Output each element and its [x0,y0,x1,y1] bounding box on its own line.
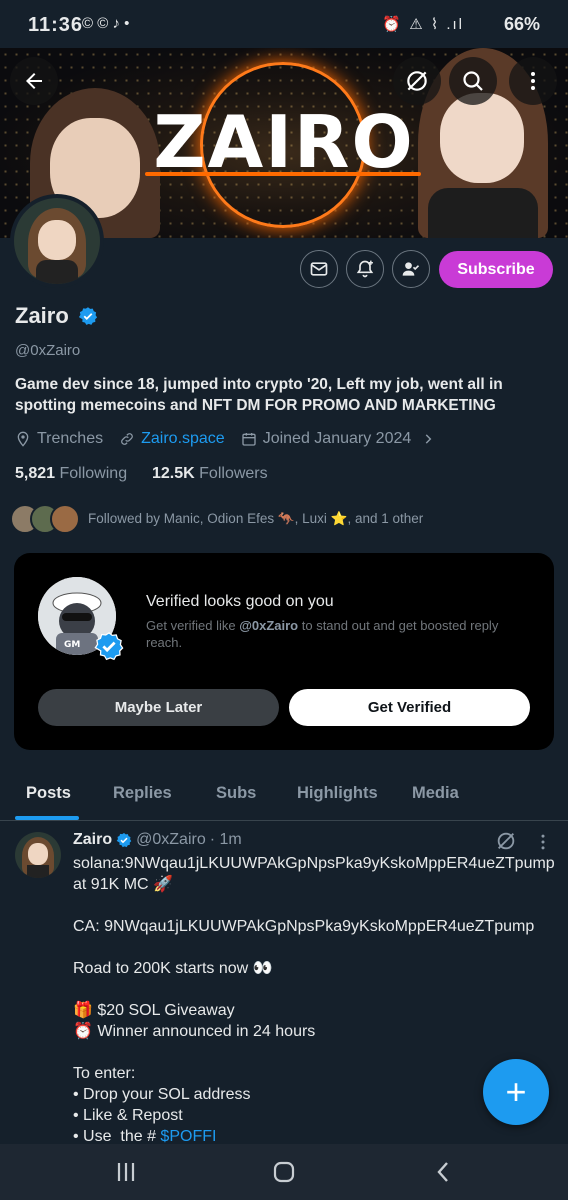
active-tab-indicator [15,816,79,820]
tab-subs[interactable]: Subs [216,784,256,803]
post-author-handle[interactable]: @0xZairo [136,831,206,849]
tab-media[interactable]: Media [412,784,459,803]
followers-count: 12.5K [152,465,195,482]
following-link[interactable]: 5,821 Following [15,465,127,482]
recent-apps-icon[interactable] [114,1160,138,1184]
verified-badge-icon[interactable] [78,306,98,326]
following-count: 5,821 [15,465,56,482]
follow-status-button[interactable] [392,250,430,288]
profile-joined: Joined January 2024 [262,430,412,447]
tab-posts[interactable]: Posts [26,784,71,803]
back-button[interactable] [10,57,58,105]
plus-icon: + [505,1071,527,1112]
system-nav-bar [0,1144,568,1200]
followed-by[interactable]: Followed by Manic, Odion Efes 🦘, Luxi ⭐,… [10,504,423,534]
status-bar: 11:36 © © ♪ • ⏰ ⚠ ⌇ .ıl 66% [0,0,568,48]
profile-website-link[interactable]: Zairo.space [141,430,225,448]
message-button[interactable] [300,250,338,288]
back-nav-icon[interactable] [432,1160,456,1184]
more-options-button[interactable] [509,57,557,105]
subscribe-button[interactable]: Subscribe [439,251,553,288]
search-icon [463,71,483,91]
tab-replies[interactable]: Replies [113,784,172,803]
arrow-left-icon [26,73,42,89]
post-header: Zairo @0xZairo · 1m [73,831,242,849]
post-time: · 1m [209,831,242,848]
status-time: 11:36 [28,14,84,36]
profile-handle: @0xZairo [15,342,81,359]
search-button[interactable] [449,57,497,105]
location-pin-icon [17,431,29,447]
system-icons: ⏰ ⚠ ⌇ .ıl [382,16,464,33]
profile-bio: Game dev since 18, jumped into crypto '2… [15,376,503,414]
profile-counts: 5,821 Following 12.5K Followers [15,465,268,483]
profile-location: Trenches [37,430,104,447]
banner-logo-underline [145,172,421,176]
promo-avatar-label: GM [64,640,80,650]
envelope-icon [310,262,328,276]
link-icon [121,433,134,445]
calendar-icon [242,433,256,446]
maybe-later-button[interactable]: Maybe Later [38,689,279,726]
profile-name: Zairo [15,303,69,328]
follower-avatar [50,504,80,534]
post-hashtag-link[interactable]: $POFFI [160,1128,216,1145]
grok-button[interactable] [393,57,441,105]
notification-icons: © © ♪ • [82,15,130,32]
followed-by-text: Followed by Manic, Odion Efes 🦘, Luxi ⭐,… [88,511,424,526]
grok-icon [407,71,427,91]
verified-badge-large-icon [94,632,124,661]
grok-icon[interactable] [495,830,517,852]
more-vertical-icon [531,72,535,90]
profile-meta: Trenches Zairo.space Joined January 2024 [15,430,435,448]
notify-button[interactable] [346,250,384,288]
followers-link[interactable]: 12.5K Followers [152,465,268,482]
compose-post-button[interactable]: + [483,1059,549,1125]
profile-tabs: Posts Replies Subs Highlights Media [0,770,568,821]
post-more-icon[interactable] [533,832,553,852]
tab-highlights[interactable]: Highlights [297,784,378,803]
post-author-name[interactable]: Zairo [73,831,112,849]
promo-subtitle: Get verified like @0xZairo to stand out … [146,618,499,650]
profile-avatar[interactable] [10,194,104,288]
promo-title: Verified looks good on you [146,593,334,610]
followers-label: Followers [199,465,268,482]
verified-badge-icon [116,833,132,848]
battery-level: 66% [503,14,540,34]
chevron-right-icon[interactable] [421,432,435,446]
get-verified-button[interactable]: Get Verified [289,689,530,726]
person-check-icon [402,262,420,276]
home-icon[interactable] [272,1160,296,1184]
verified-promo-card: GM Verified looks good on you Get verifi… [14,553,554,750]
bell-plus-icon [356,260,374,278]
following-label: Following [59,465,128,482]
post-author-avatar[interactable] [15,832,61,878]
